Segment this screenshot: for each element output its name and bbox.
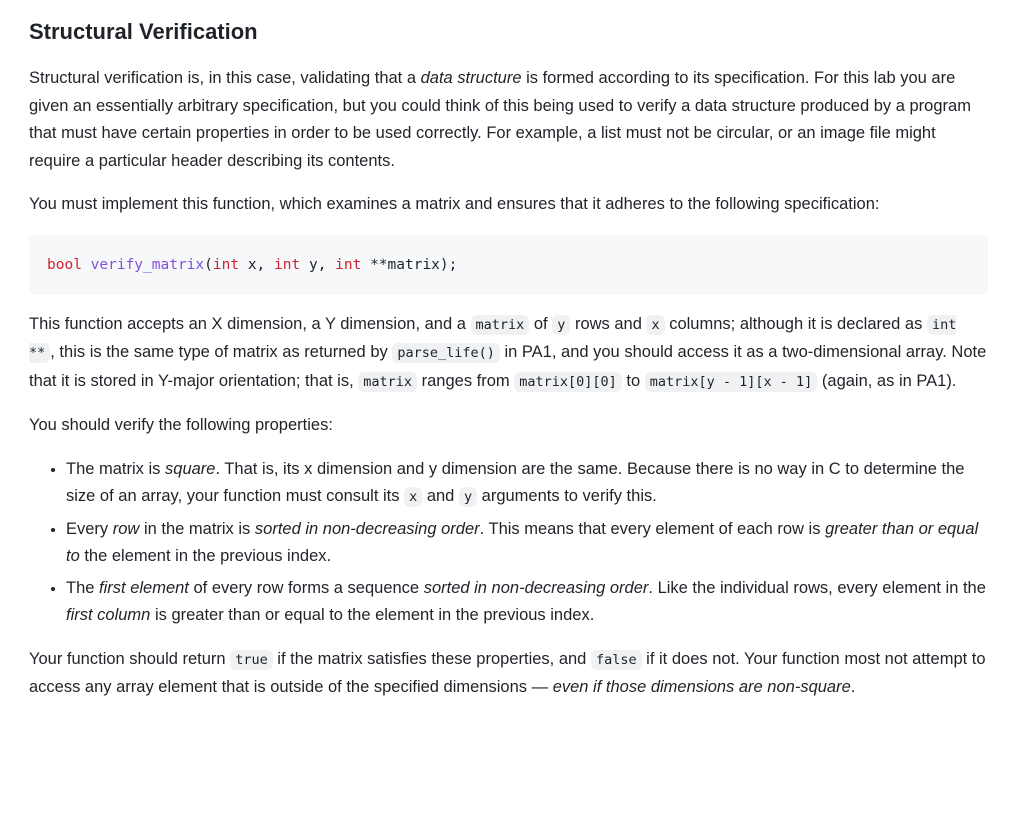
code-keyword: bool [47,256,82,273]
emphasis: square [165,459,216,478]
inline-code: x [646,314,665,335]
inline-code: y [458,487,478,507]
text: if the matrix satisfies these properties… [272,649,591,668]
text: arguments to verify this. [477,487,657,505]
section-heading: Structural Verification [29,19,258,44]
inline-code: true [230,649,273,670]
return-paragraph: Your function should return true if the … [29,646,988,702]
text: . This means that every element of each … [479,519,826,538]
text: The [66,578,100,597]
text: . Like the individual rows, every elemen… [648,578,986,597]
inline-code: matrix[y - 1][x - 1] [644,371,818,392]
code-keyword: int [274,256,301,273]
code-block: bool verify_matrix(int x, int y, int **m… [29,234,988,295]
text: is greater than or equal to the element … [150,606,595,624]
list-item: Every row in the matrix is sorted in non… [66,516,988,571]
inline-code: false [590,649,642,670]
text: (again, as in PA1). [817,371,957,390]
text: Structural verification is, in this case… [29,69,421,87]
code-text: ( [204,256,213,273]
text: columns; although it is declared as [664,314,927,333]
text: ranges from [417,371,515,390]
list-item: The first element of every row forms a s… [66,575,988,630]
document: Structural Verification Structural verif… [0,0,1024,702]
code-text: x, [239,256,275,273]
inline-code: y [552,314,571,335]
code-text: y, [300,256,336,273]
text: and [422,487,459,505]
text: of [529,314,553,333]
emphasis: row [112,519,140,538]
text: Every [66,519,113,538]
emphasis: even if those dimensions are non-square [552,678,851,696]
text: Your function should return [29,649,231,668]
inline-code: x [404,487,423,507]
text: rows and [570,314,647,333]
emphasis: first element [99,578,189,597]
implement-paragraph: You must implement this function, which … [29,195,880,213]
code-function-name: verify_matrix [90,256,205,273]
text: The matrix is [66,459,166,478]
text: , this is the same type of matrix as ret… [50,343,393,361]
text: the element in the previous index. [79,547,332,565]
text: to [621,371,645,390]
verify-intro: You should verify the following properti… [29,416,333,434]
properties-list: The matrix is square. That is, its x dim… [29,456,988,630]
intro-paragraph: Structural verification is, in this case… [29,65,988,175]
inline-code: parse_life() [392,343,500,363]
description-paragraph: This function accepts an X dimension, a … [29,311,988,397]
inline-code: matrix [358,371,418,392]
text: This function accepts an X dimension, a … [29,314,471,333]
text: . [850,678,856,696]
code-keyword: int [212,256,240,273]
inline-code: matrix [470,314,530,335]
emphasis: first column [66,606,151,624]
text: of every row forms a sequence [188,578,424,597]
code-keyword: int [335,256,362,273]
list-item: The matrix is square. That is, its x dim… [66,456,988,512]
code-text: **matrix); [361,256,458,273]
inline-code: matrix[0][0] [514,371,622,392]
emphasis: data structure [420,69,522,87]
emphasis: sorted in non-decreasing order [254,519,480,538]
emphasis: sorted in non-decreasing order [423,578,649,597]
text: in the matrix is [139,519,255,538]
